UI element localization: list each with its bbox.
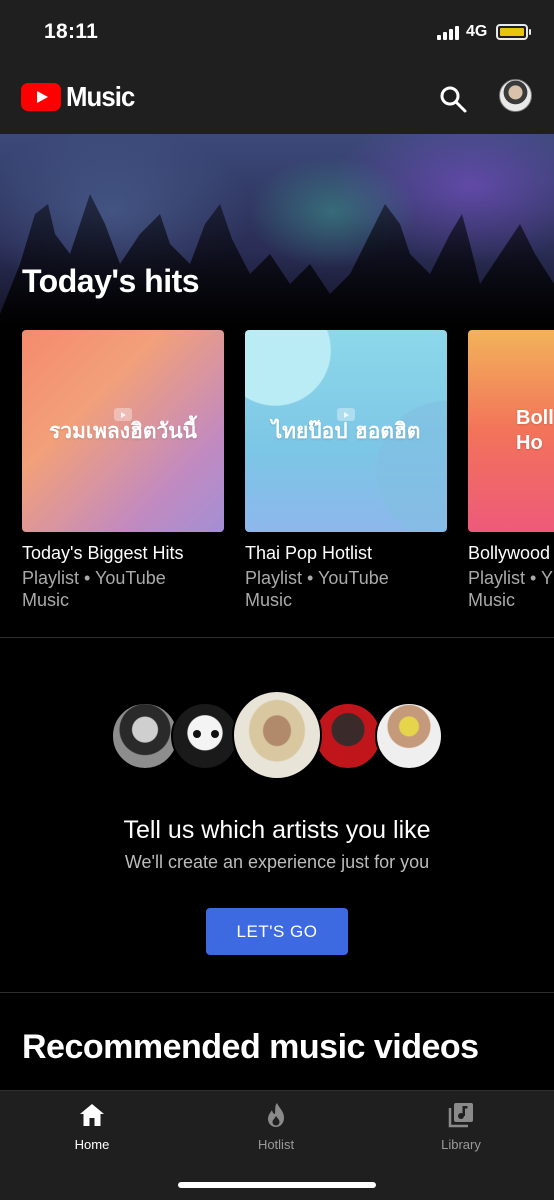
account-avatar[interactable]	[499, 79, 532, 112]
logo-text: Music	[66, 81, 135, 112]
artist-avatar	[314, 702, 382, 770]
nav-label: Hotlist	[257, 1137, 295, 1152]
nav-label: Home	[74, 1137, 110, 1152]
playlist-title: Bollywood	[468, 543, 551, 563]
artist-avatar	[111, 702, 179, 770]
nav-label: Library	[441, 1137, 481, 1152]
signal-icon	[437, 26, 461, 40]
nav-hotlist[interactable]: Hotlist	[216, 1101, 336, 1152]
flame-icon	[268, 1103, 284, 1127]
artwork-text: ไทยป๊อป ฮอตฮิต	[271, 418, 421, 443]
artwork-text: รวมเพลงฮิตวันนี้	[48, 418, 197, 443]
artist-avatar	[232, 690, 322, 780]
playlist-artwork: รวมเพลงฮิตวันนี้	[22, 330, 224, 532]
playlist-artwork: Boll Ho	[468, 330, 554, 532]
playlist-subtitle: Playlist • Y Music	[468, 568, 553, 610]
network-label: 4G	[466, 23, 488, 40]
playlist-title: Today's Biggest Hits	[22, 543, 184, 563]
status-bar: 18:11 4G	[0, 0, 554, 66]
nav-home[interactable]: Home	[32, 1101, 152, 1152]
nav-library[interactable]: Library	[401, 1101, 521, 1152]
lets-go-button[interactable]: LET'S GO	[206, 908, 348, 955]
home-indicator[interactable]	[178, 1182, 376, 1188]
section-title: Today's hits	[22, 263, 200, 299]
section-divider	[0, 992, 554, 993]
recommended-videos-title: Recommended music videos	[22, 1028, 479, 1066]
search-icon[interactable]	[438, 84, 468, 114]
app-header: Music	[0, 66, 554, 134]
artist-picker-prompt: Tell us which artists you like We'll cre…	[0, 638, 554, 992]
artist-avatar	[375, 702, 443, 770]
playlist-card[interactable]: ไทยป๊อป ฮอตฮิต Thai Pop Hotlist Playlist…	[245, 330, 447, 611]
playlist-title: Thai Pop Hotlist	[245, 543, 373, 563]
artists-prompt-title: Tell us which artists you like	[123, 816, 431, 844]
playlist-card[interactable]: รวมเพลงฮิตวันนี้ Today's Biggest Hits Pl…	[22, 330, 224, 611]
battery-icon	[496, 24, 531, 40]
artist-avatar	[171, 702, 239, 770]
playlist-card[interactable]: Boll Ho Bollywood Playlist • Y Music	[468, 330, 554, 611]
artists-prompt-subtitle: We'll create an experience just for you	[124, 852, 430, 872]
playlist-subtitle: Playlist • YouTube Music	[22, 568, 166, 610]
status-time: 18:11	[44, 20, 99, 43]
playlist-artwork: ไทยป๊อป ฮอตฮิต	[245, 330, 447, 532]
play-logo-icon	[21, 83, 61, 111]
home-icon	[80, 1104, 104, 1126]
todays-hits-section: Today's hits รวมเพลงฮิตวันนี้ Today's Bi…	[0, 134, 554, 637]
artwork-text: Boll Ho	[516, 407, 554, 454]
playlist-subtitle: Playlist • YouTube Music	[245, 568, 389, 610]
library-icon	[448, 1103, 473, 1128]
youtube-music-logo[interactable]: Music	[21, 81, 140, 113]
